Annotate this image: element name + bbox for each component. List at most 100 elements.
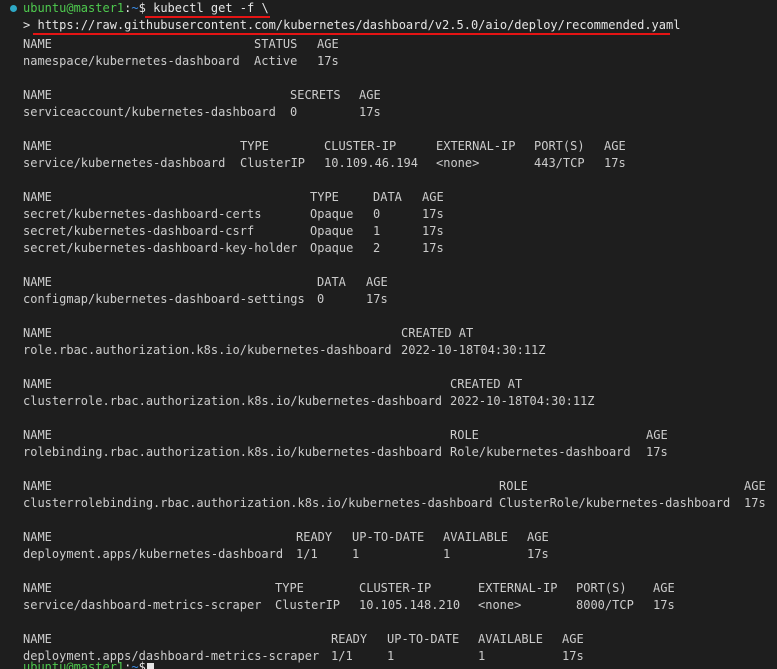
column-header: AGE [366,275,388,289]
table-cell: Active [254,54,298,68]
table-cell: ClusterIP [240,156,306,170]
table-cell: 17s [366,292,388,306]
manifest-url[interactable]: https://raw.githubusercontent.com/kubern… [37,18,680,32]
next-prompt-line: ubuntu@master1:~$ [23,659,146,669]
table-cell: 17s [422,241,444,255]
table-cell: 17s [422,207,444,221]
table-cell: 17s [317,54,339,68]
table-header: NAME SECRETS AGE [0,87,777,104]
table-row: namespace/kubernetes-dashboard Active 17s [0,53,777,70]
table-header: NAME TYPE DATA AGE [0,189,777,206]
column-header: NAME [23,326,52,340]
table-cell: 0 [290,105,298,119]
table-cell: service/kubernetes-dashboard [23,156,226,170]
prompt-path: ~ [131,1,139,15]
table-header: NAME CREATED AT [0,325,777,342]
column-header: STATUS [254,37,298,51]
table-cell: 2022-10-18T04:30:11Z [401,343,546,357]
table-row: rolebinding.rbac.authorization.k8s.io/ku… [0,444,777,461]
column-header: AGE [527,530,549,544]
table-header: NAME ROLE AGE [0,478,777,495]
table-cell: <none> [478,598,522,612]
table-cell: 2 [373,241,381,255]
column-header: ROLE [499,479,528,493]
column-header: AGE [653,581,675,595]
cursor-icon [147,663,154,669]
column-header: AGE [744,479,766,493]
table-row: secret/kubernetes-dashboard-key-holder Op… [0,240,777,257]
column-header: AVAILABLE [443,530,509,544]
column-header: AGE [646,428,668,442]
table-cell: secret/kubernetes-dashboard-csrf [23,224,255,238]
column-header: NAME [23,275,52,289]
column-header: AGE [604,139,626,153]
table-cell: secret/kubernetes-dashboard-certs [23,207,262,221]
column-header: TYPE [310,190,339,204]
status-dot-icon [10,5,17,12]
table-row: clusterrolebinding.rbac.authorization.k8… [0,495,777,512]
table-cell: 17s [527,547,549,561]
column-header: PORT(S) [534,139,585,153]
column-header: AGE [317,37,339,51]
table-cell: 17s [422,224,444,238]
table-cell: deployment.apps/kubernetes-dashboard [23,547,284,561]
table-cell: Opaque [310,224,354,238]
column-header: AVAILABLE [478,632,544,646]
table-cell: 10.105.148.210 [359,598,461,612]
table-cell: 1 [443,547,451,561]
table-row: secret/kubernetes-dashboard-csrf Opaque 1 1… [0,223,777,240]
column-header: NAME [23,428,52,442]
table-cell: 1 [387,649,395,663]
table-cell: 17s [359,105,381,119]
table-cell: 1/1 [296,547,318,561]
table-cell: serviceaccount/kubernetes-dashboard [23,105,276,119]
column-header: READY [296,530,333,544]
prompt-line: ubuntu@master1:~$ kubectl get -f \ [23,0,269,17]
table-header: NAME TYPE CLUSTER-IP EXTERNAL-IP PORT(S) AGE [0,580,777,597]
table-cell: 0 [317,292,325,306]
continuation-line: > https://raw.githubusercontent.com/kube… [23,17,680,34]
column-header: NAME [23,530,52,544]
column-header: NAME [23,479,52,493]
table-cell: 10.109.46.194 [324,156,418,170]
terminal-window[interactable]: ubuntu@master1:~$ kubectl get -f \ > htt… [0,0,777,669]
column-header: AGE [562,632,584,646]
column-header: NAME [23,139,52,153]
table-cell: role.rbac.authorization.k8s.io/kubernete… [23,343,392,357]
table-cell: service/dashboard-metrics-scraper [23,598,262,612]
column-header: NAME [23,88,52,102]
table-cell: 1 [478,649,486,663]
table-cell: clusterrole.rbac.authorization.k8s.io/ku… [23,394,443,408]
table-cell: rolebinding.rbac.authorization.k8s.io/ku… [23,445,443,459]
column-header: DATA [317,275,346,289]
column-header: NAME [23,190,52,204]
table-cell: Opaque [310,207,354,221]
table-header: NAME READY UP-TO-DATE AVAILABLE AGE [0,529,777,546]
table-row: secret/kubernetes-dashboard-certs Opaque 0… [0,206,777,223]
table-cell: 17s [604,156,626,170]
table-header: NAME READY UP-TO-DATE AVAILABLE AGE [0,631,777,648]
prompt-symbol: $ [138,1,146,15]
table-cell: 17s [744,496,766,510]
table-cell: clusterrolebinding.rbac.authorization.k8… [23,496,493,510]
table-row: role.rbac.authorization.k8s.io/kubernete… [0,342,777,359]
next-prompt-symbol: $ [138,660,146,669]
table-cell: namespace/kubernetes-dashboard [23,54,240,68]
table-cell: 2022-10-18T04:30:11Z [450,394,595,408]
table-cell: 17s [653,598,675,612]
command-text: kubectl get -f \ [153,1,269,15]
table-cell: Role/kubernetes-dashboard [450,445,631,459]
table-header: NAME TYPE CLUSTER-IP EXTERNAL-IP PORT(S) AGE [0,138,777,155]
column-header: CREATED AT [450,377,523,391]
column-header: AGE [359,88,381,102]
column-header: TYPE [275,581,304,595]
column-header: EXTERNAL-IP [478,581,558,595]
table-row: service/kubernetes-dashboard ClusterIP 10.… [0,155,777,172]
url-underline-annotation [33,33,670,35]
column-header: CLUSTER-IP [359,581,432,595]
column-header: EXTERNAL-IP [436,139,516,153]
table-header: NAME ROLE AGE [0,427,777,444]
command-underline-annotation [145,16,270,18]
next-prompt-path: ~ [131,660,139,669]
table-cell: ClusterRole/kubernetes-dashboard [499,496,731,510]
